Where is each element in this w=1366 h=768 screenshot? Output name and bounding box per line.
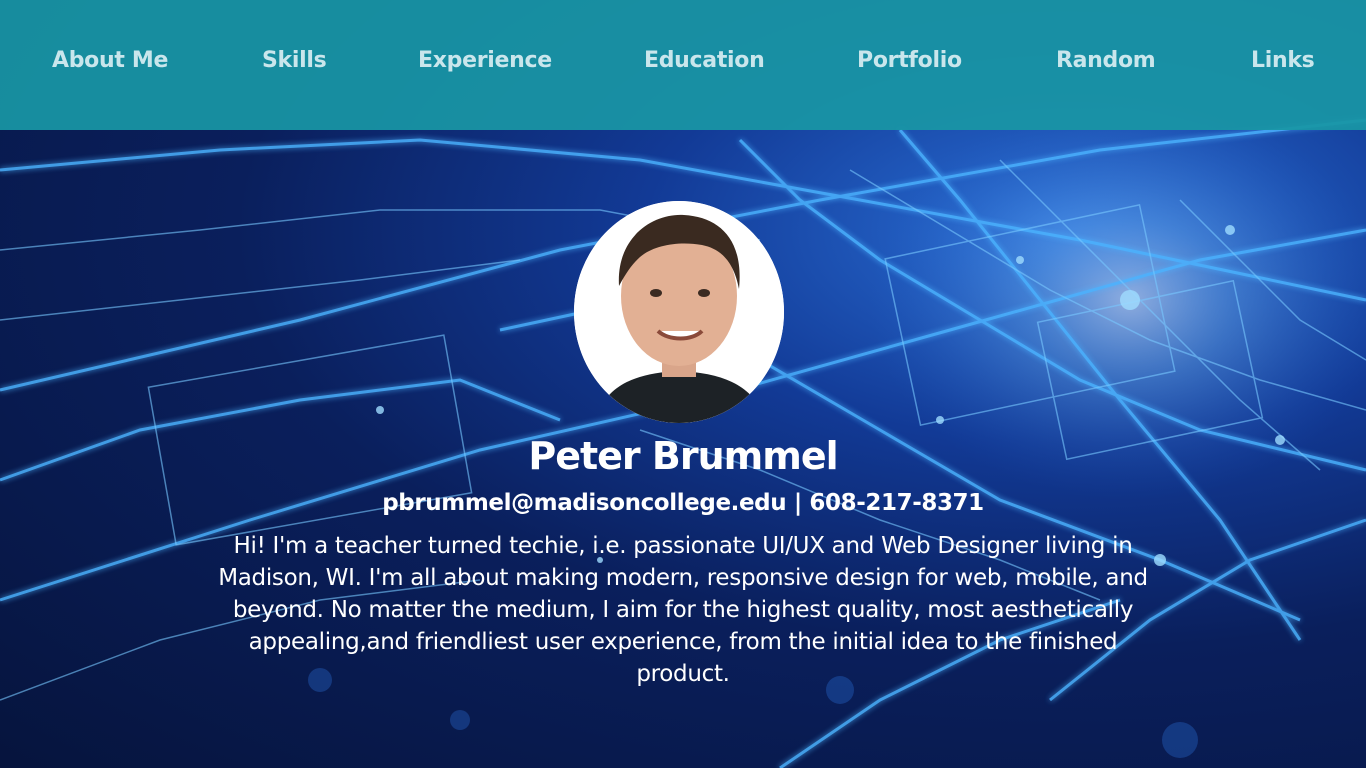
profile-contact: pbrummel@madisoncollege.edu | 608-217-83… — [382, 490, 984, 516]
profile-bio: Hi! I'm a teacher turned techie, i.e. pa… — [218, 533, 1148, 687]
person-photo-icon — [574, 201, 784, 423]
profile-section: Peter Brummel pbrummel@madisoncollege.ed… — [0, 0, 1366, 768]
profile-name: Peter Brummel — [528, 434, 838, 478]
profile-photo — [574, 201, 784, 423]
page: About Me Skills Experience Education Por… — [0, 0, 1366, 768]
